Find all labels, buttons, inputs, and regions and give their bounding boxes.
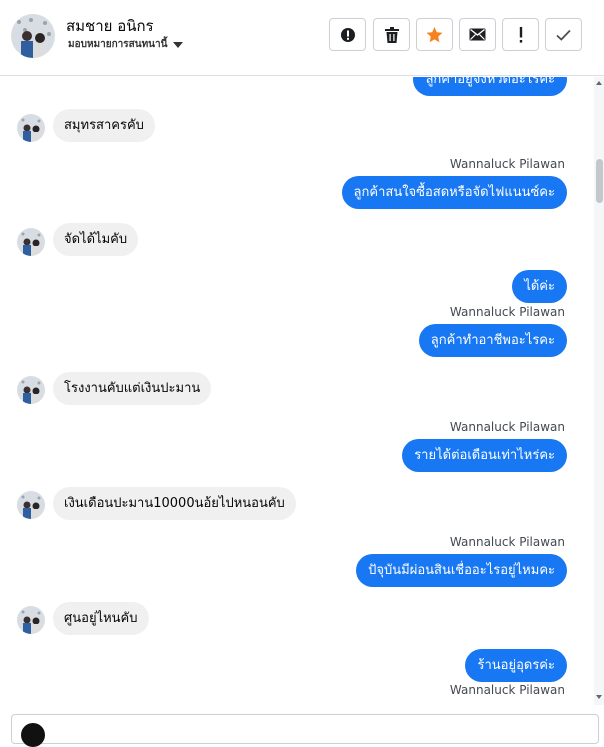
contact-avatar-small [17,491,45,519]
scroll-down-arrow-icon[interactable] [596,695,602,699]
mark-done-button[interactable] [545,18,582,51]
outgoing-message: ลูกค้าอยู่จังหวัดอะไรคะ [413,77,567,96]
incoming-message: เงินเดือนปะมาน10000นอ้ยไปหนอนคับ [53,487,296,520]
assign-conversation-dropdown[interactable]: มอบหมายการสนทนานี้ [68,37,184,52]
mark-spam-button[interactable] [329,18,366,51]
check-icon [556,29,571,41]
sender-name: Wannaluck Pilawan [449,420,565,434]
outgoing-message: ปัจุบันมีผ่อนสินเชื่ออะไรอยู่ไหมคะ [356,554,567,587]
scrollbar-thumb[interactable] [596,159,603,203]
page-avatar [21,723,45,747]
assign-label: มอบหมายการสนทนานี้ [68,39,168,50]
incoming-message: สมุทรสาครคับ [53,109,155,142]
delete-button[interactable] [373,18,410,51]
mark-unread-button[interactable] [459,18,496,51]
incoming-message: จัดได้ไมคับ [53,223,139,256]
contact-avatar-small [17,114,45,142]
sender-name: Wannaluck Pilawan [449,535,565,549]
outgoing-message: ลูกค้าสนใจซื้อสดหรือจัดไฟแนนซ์คะ [341,176,567,209]
envelope-icon [469,28,486,41]
trash-icon [384,26,399,43]
contact-avatar-small [17,376,45,404]
contact-avatar[interactable] [11,14,55,58]
conversation-header: สมชาย อนิกร มอบหมายการสนทนานี้ [0,0,604,76]
caret-down-icon [173,41,184,48]
sender-name: Wannaluck Pilawan [449,683,565,697]
star-button[interactable] [416,18,453,51]
star-icon [426,26,443,43]
sender-name: Wannaluck Pilawan [449,305,565,319]
sender-name: Wannaluck Pilawan [449,157,565,171]
contact-avatar-small [17,228,45,256]
outgoing-message: รายได้ต่อเดือนเท่าไหร่คะ [402,439,567,472]
alert-circle-icon [340,27,356,43]
outgoing-message: ได้ค่ะ [512,270,567,303]
incoming-message: ศูนอยู่ไหนคับ [53,602,149,635]
message-thread[interactable]: ลูกค้าอยู่จังหวัดอะไรคะ สมุทรสาครคับ Wan… [0,77,594,705]
message-composer[interactable] [11,714,599,747]
chat-scrollbar[interactable] [594,77,604,705]
contact-avatar-small [17,606,45,634]
incoming-message: โรงงานคับแต่เงินปะมาน [53,372,212,405]
outgoing-message: ร้านอยู่อุดรค่ะ [465,649,567,682]
follow-up-button[interactable] [502,18,539,51]
outgoing-message: ลูกค้าทำอาชีพอะไรคะ [418,324,567,357]
scroll-up-arrow-icon[interactable] [596,81,602,85]
contact-name: สมชาย อนิกร [66,17,154,35]
exclamation-icon [519,26,523,43]
